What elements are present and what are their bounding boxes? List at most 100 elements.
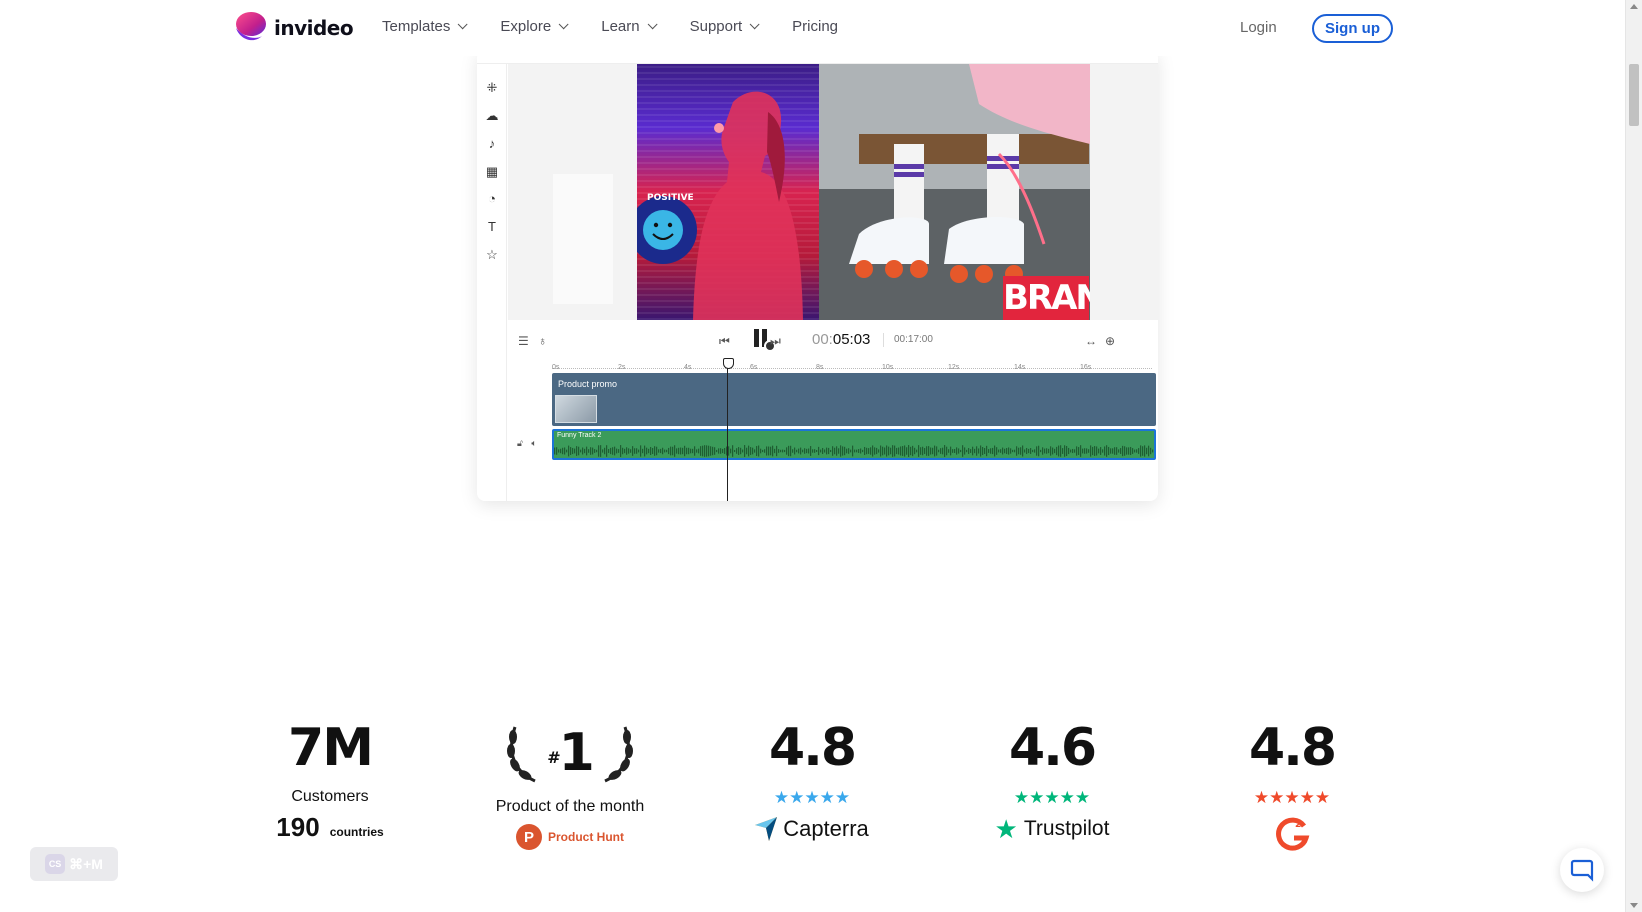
waveform-bar (944, 445, 946, 457)
waveform-bar (672, 446, 674, 456)
logo[interactable]: invideo (232, 10, 354, 46)
waveform-bar (1052, 447, 1054, 455)
chat-button[interactable] (1560, 848, 1604, 892)
waveform-bar (898, 447, 900, 455)
waveform-bar (746, 447, 748, 455)
waveform-bar (938, 449, 940, 453)
waveform-bar (652, 447, 654, 455)
waveform-bar (752, 447, 754, 455)
skip-back-icon[interactable]: ⏮ (719, 334, 730, 349)
waveform-bar (682, 447, 684, 455)
shortcut-hint[interactable]: CS ⌘+M (30, 847, 118, 881)
waveform-bar (748, 445, 750, 457)
zoom-in-icon[interactable]: ⊕ (1105, 334, 1115, 348)
upload-cloud-icon[interactable]: ☁ (484, 108, 500, 124)
waveform-bar (978, 448, 980, 454)
waveform-bar (928, 446, 930, 456)
waveform-bar (878, 449, 880, 453)
stat-capterra-value: 4.8 (768, 718, 857, 778)
waveform-bar (1064, 445, 1066, 457)
waveform-bar (854, 449, 856, 453)
g2-logo-icon: 2 (1276, 817, 1310, 851)
waveform-bar (578, 446, 580, 456)
skip-forward-icon[interactable]: ⏭ (770, 334, 781, 349)
waveform-bar (724, 448, 726, 454)
waveform-bar (1068, 447, 1070, 455)
product-hunt-icon: P (516, 824, 542, 850)
nav-pricing[interactable]: Pricing (792, 18, 838, 35)
top-nav: invideo Templates Explore Learn Support … (0, 0, 1625, 56)
video-track[interactable]: Product promo (552, 373, 1156, 426)
playhead[interactable] (723, 358, 734, 501)
microphone-icon[interactable]: ♁ (538, 334, 547, 348)
ruler-dots (552, 368, 1152, 369)
video-canvas: POSITIVE BRAN (508, 64, 1158, 320)
waveform-bar (1026, 447, 1028, 455)
scroll-down-icon[interactable] (1630, 903, 1638, 908)
nav-support[interactable]: Support (690, 18, 760, 35)
waveform-bar (1146, 447, 1148, 455)
login-link[interactable]: Login (1240, 19, 1277, 36)
waveform-bar (984, 448, 986, 454)
waveform-bar (1040, 449, 1042, 453)
layout-icon[interactable]: ⁜ (484, 80, 500, 96)
waveform-bar (612, 447, 614, 455)
waveform-bar (608, 449, 610, 453)
scroll-thumb[interactable] (1629, 64, 1639, 126)
waveform-bar (618, 449, 620, 453)
nav-menu: Templates Explore Learn Support Pricing (382, 18, 874, 35)
waveform-bar (744, 445, 746, 457)
waveform-bar (1054, 448, 1056, 454)
waveform-bar (848, 448, 850, 454)
waveform-bar (604, 447, 606, 455)
rank-prefix: # (547, 748, 560, 767)
waveform-bar (1130, 446, 1132, 456)
stat-customers: 7M Customers 190 countries (230, 718, 430, 843)
waveform-bar (784, 449, 786, 453)
chevron-down-icon (647, 19, 658, 30)
neon-portrait-image: POSITIVE (637, 64, 819, 320)
waveform-bar (870, 447, 872, 455)
canvas-ghost (553, 174, 613, 304)
fit-width-icon[interactable]: ↔ (1085, 334, 1097, 348)
signup-button[interactable]: Sign up (1312, 14, 1393, 43)
waveform-bar (816, 449, 818, 453)
nav-explore[interactable]: Explore (500, 18, 569, 35)
waveform-bar (780, 449, 782, 453)
waveform-bar (1142, 446, 1144, 456)
waveform-bar (1126, 447, 1128, 455)
waveform-bar (876, 447, 878, 455)
waveform-bar (834, 447, 836, 455)
waveform-bar (614, 446, 616, 456)
waveform-bar (1058, 445, 1060, 457)
waveform-bar (588, 449, 590, 453)
video-frame[interactable]: POSITIVE BRAN (637, 64, 1090, 320)
star-icon[interactable]: ☆ (484, 247, 500, 263)
volume-icon[interactable]: 🔈︎ (531, 438, 536, 448)
current-time-prefix: 00: (812, 331, 833, 348)
sticker-icon[interactable]: ◔ (484, 191, 500, 207)
waveform-bar (750, 447, 752, 455)
waveform-bar (900, 446, 902, 456)
waveform-bar (956, 447, 958, 455)
waveform-bar (796, 449, 798, 453)
lock-icon[interactable]: 🔓︎ (517, 438, 523, 448)
nav-learn[interactable]: Learn (601, 18, 658, 35)
waveform-bar (942, 447, 944, 455)
captions-icon[interactable]: ☰ (518, 334, 529, 348)
scroll-up-icon[interactable] (1630, 4, 1638, 9)
waveform-bar (692, 448, 694, 454)
music-icon[interactable]: ♪ (484, 136, 500, 152)
stat-countries-number: 190 (276, 812, 320, 842)
waveform-bar (628, 448, 630, 454)
page-scrollbar[interactable] (1625, 0, 1642, 912)
text-icon[interactable]: T (484, 219, 500, 235)
nav-templates[interactable]: Templates (382, 18, 468, 35)
waveform-bar (742, 449, 744, 453)
waveform-bar (1030, 448, 1032, 454)
image-icon[interactable]: ▦ (484, 164, 500, 180)
audio-track[interactable]: Funny Track 2 (552, 429, 1156, 460)
ruler-tick: 0s (552, 364, 560, 371)
waveform-bar (788, 445, 790, 457)
waveform-bar (1148, 445, 1150, 457)
